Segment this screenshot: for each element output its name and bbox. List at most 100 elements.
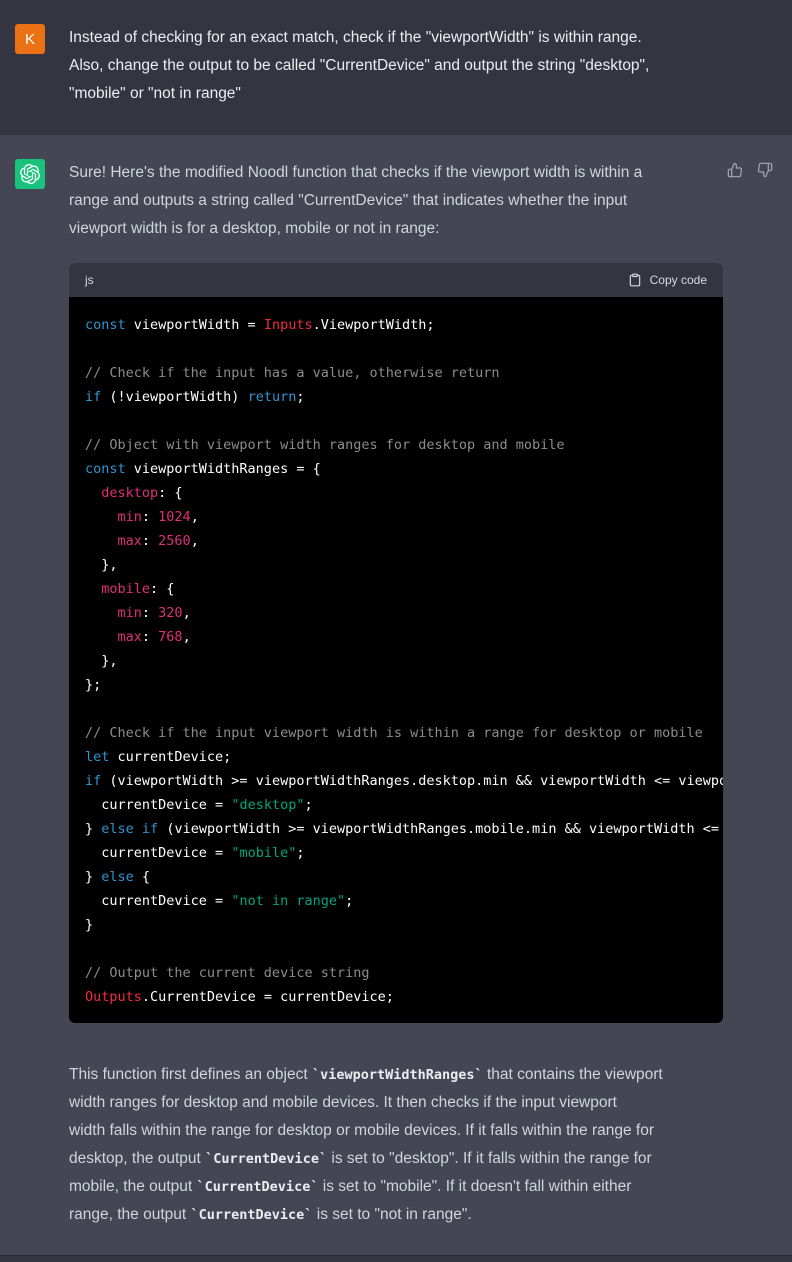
code-token: max	[118, 629, 142, 645]
code-token: ;	[304, 797, 312, 813]
prose-line: This function first defines an object `v…	[69, 1061, 723, 1089]
prose-line: range and outputs a string called "Curre…	[69, 187, 723, 215]
code-token: ,	[191, 533, 199, 549]
code-line	[85, 337, 723, 361]
code-language-label: js	[85, 273, 94, 287]
openai-logo-icon	[20, 164, 40, 184]
code-token: ,	[191, 509, 199, 525]
code-line: // Check if the input has a value, other…	[85, 361, 723, 385]
code-token: (viewportWidth >= viewportWidthRanges.de…	[101, 773, 723, 789]
code-token: if	[142, 821, 158, 837]
inline-code: `CurrentDevice`	[191, 1207, 313, 1223]
prose-line: mobile, the output `CurrentDevice` is se…	[69, 1173, 723, 1201]
code-line: let currentDevice;	[85, 745, 723, 769]
code-token: "mobile"	[231, 845, 296, 861]
code-token: let	[85, 749, 109, 765]
code-token: : {	[150, 581, 174, 597]
inline-code: `viewportWidthRanges`	[312, 1067, 483, 1083]
code-token: // Check if the input has a value, other…	[85, 365, 500, 381]
assistant-explanation-text: This function first defines an object `v…	[69, 1061, 723, 1229]
chatgpt-avatar	[15, 159, 45, 189]
copy-code-label: Copy code	[650, 273, 707, 287]
code-line: currentDevice = "not in range";	[85, 889, 723, 913]
code-token	[85, 485, 101, 501]
code-token: // Check if the input viewport width is …	[85, 725, 703, 741]
prose-text: width ranges for desktop and mobile devi…	[69, 1094, 617, 1111]
code-line	[85, 409, 723, 433]
code-token: :	[142, 509, 158, 525]
code-token: currentDevice =	[85, 797, 231, 813]
prose-line: width falls within the range for desktop…	[69, 1117, 723, 1145]
prose-text: that contains the viewport	[483, 1066, 663, 1083]
code-line: currentDevice = "desktop";	[85, 793, 723, 817]
thumbs-down-button[interactable]	[757, 162, 773, 178]
prose-line: range, the output `CurrentDevice` is set…	[69, 1201, 723, 1229]
copy-code-button[interactable]: Copy code	[628, 273, 707, 287]
code-content: const viewportWidth = Inputs.ViewportWid…	[69, 297, 723, 1023]
code-token: desktop	[101, 485, 158, 501]
code-token: ;	[345, 893, 353, 909]
code-token	[85, 533, 118, 549]
code-token: 2560	[158, 533, 191, 549]
code-token: else	[101, 821, 134, 837]
code-line: max: 2560,	[85, 529, 723, 553]
code-token: currentDevice =	[85, 845, 231, 861]
code-line: const viewportWidth = Inputs.ViewportWid…	[85, 313, 723, 337]
code-line: desktop: {	[85, 481, 723, 505]
prose-text: is set to "mobile". If it doesn't fall w…	[318, 1178, 631, 1195]
code-token: const	[85, 317, 126, 333]
code-line: mobile: {	[85, 577, 723, 601]
message-feedback	[727, 162, 773, 178]
code-token: (viewportWidth >= viewportWidthRanges.mo…	[158, 821, 723, 837]
code-token: .ViewportWidth;	[313, 317, 435, 333]
clipboard-icon	[628, 273, 642, 287]
code-line: if (viewportWidth >= viewportWidthRanges…	[85, 769, 723, 793]
code-token: ;	[296, 845, 304, 861]
code-token: ,	[183, 605, 191, 621]
code-token: :	[142, 605, 158, 621]
thumbs-up-icon	[727, 162, 743, 178]
code-block: js Copy code const viewportWidth = Input…	[69, 263, 723, 1023]
inline-code: `CurrentDevice`	[205, 1151, 327, 1167]
user-message-row: K Instead of checking for an exact match…	[0, 0, 792, 134]
prose-line: width ranges for desktop and mobile devi…	[69, 1089, 723, 1117]
prose-line: desktop, the output `CurrentDevice` is s…	[69, 1145, 723, 1173]
code-token: if	[85, 389, 101, 405]
code-token: else	[101, 869, 134, 885]
prose-text: mobile, the output	[69, 1178, 197, 1195]
prose-text: is set to "desktop". If it falls within …	[327, 1150, 652, 1167]
prose-line: viewport width is for a desktop, mobile …	[69, 215, 723, 243]
prose-text: range, the output	[69, 1206, 191, 1223]
code-token: {	[134, 869, 150, 885]
prose-text: is set to "not in range".	[312, 1206, 471, 1223]
code-token	[85, 509, 118, 525]
prose-text: This function first defines an object	[69, 1066, 312, 1083]
assistant-intro-text: Sure! Here's the modified Noodl function…	[69, 159, 723, 243]
code-token: (!viewportWidth)	[101, 389, 247, 405]
code-token	[85, 629, 118, 645]
code-token: 768	[158, 629, 182, 645]
code-token: min	[118, 509, 142, 525]
code-token: :	[142, 629, 158, 645]
code-token: max	[118, 533, 142, 549]
code-token: viewportWidth =	[126, 317, 264, 333]
code-token: 1024	[158, 509, 191, 525]
code-line: }	[85, 913, 723, 937]
code-token: // Object with viewport width ranges for…	[85, 437, 565, 453]
code-token: mobile	[101, 581, 150, 597]
code-token: "not in range"	[231, 893, 345, 909]
code-token: min	[118, 605, 142, 621]
code-token: 320	[158, 605, 182, 621]
code-block-header: js Copy code	[69, 263, 723, 297]
code-line	[85, 697, 723, 721]
prose-text: desktop, the output	[69, 1150, 205, 1167]
prose-line: Sure! Here's the modified Noodl function…	[69, 159, 723, 187]
code-token: :	[142, 533, 158, 549]
code-token: // Output the current device string	[85, 965, 369, 981]
code-token: Outputs	[85, 989, 142, 1005]
code-line: };	[85, 673, 723, 697]
code-token: : {	[158, 485, 182, 501]
prose-line: Instead of checking for an exact match, …	[69, 24, 722, 52]
thumbs-up-button[interactable]	[727, 162, 743, 178]
user-avatar: K	[15, 24, 45, 54]
